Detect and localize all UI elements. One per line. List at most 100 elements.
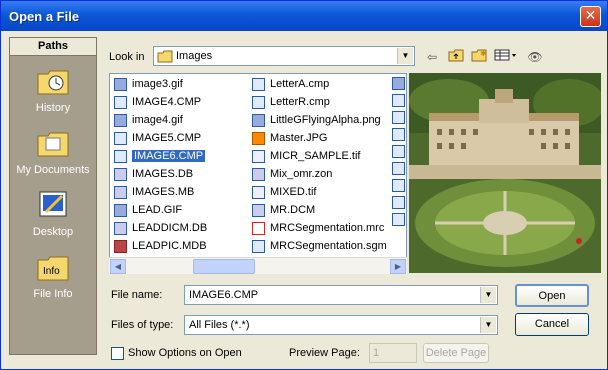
show-options-checkbox[interactable] xyxy=(111,347,124,360)
mdb-file-icon xyxy=(114,240,127,253)
file-name-value: IMAGE6.CMP xyxy=(189,289,259,301)
cmp-file-icon xyxy=(114,96,127,109)
file-icon xyxy=(392,111,405,124)
scroll-right-icon[interactable]: ▶ xyxy=(390,259,406,274)
file-list-item[interactable]: LEAD.GIF xyxy=(112,202,182,219)
file-name-text: IMAGE5.CMP xyxy=(132,132,202,144)
path-item-file-info[interactable]: Info File Info xyxy=(10,252,96,300)
svg-text:Info: Info xyxy=(43,266,60,277)
dialog-title: Open a File xyxy=(9,9,80,24)
db-file-icon xyxy=(252,168,265,181)
chevron-down-icon[interactable]: ▼ xyxy=(480,287,496,303)
close-button[interactable]: ✕ xyxy=(580,6,601,27)
path-item-label: File Info xyxy=(33,288,73,300)
file-name-text: LittleGFlyingAlpha.png xyxy=(270,114,381,126)
view-menu-icon[interactable] xyxy=(493,48,519,66)
open-button[interactable]: Open xyxy=(515,284,589,307)
file-name-text: IMAGES.DB xyxy=(132,168,194,180)
chevron-down-icon[interactable]: ▼ xyxy=(397,48,413,64)
file-list-item[interactable]: LEADDICM.DB xyxy=(112,220,207,237)
desktop-icon xyxy=(39,191,67,217)
file-icon xyxy=(392,77,405,90)
file-icon xyxy=(392,94,405,107)
preview-eye-icon[interactable]: 👁 xyxy=(524,48,546,66)
file-list[interactable]: image3.gif IMAGE4.CMP image4.gif IMAGE5.CMP… xyxy=(109,73,407,273)
file-name-text: LetterA.cmp xyxy=(270,78,330,90)
delete-page-button[interactable]: Delete Page xyxy=(423,343,489,363)
file-name-label: File name: xyxy=(111,289,163,301)
scroll-thumb[interactable] xyxy=(193,259,255,274)
file-name-text: MRCSegmentation.mrc xyxy=(270,222,385,234)
path-item-label: My Documents xyxy=(16,164,90,176)
history-folder-icon xyxy=(37,70,69,95)
file-name-text: LetterR.cmp xyxy=(270,96,330,108)
file-name-text: MRCSegmentation.sgm xyxy=(270,240,387,252)
cmp-file-icon xyxy=(252,96,265,109)
file-list-item[interactable]: IMAGE4.CMP xyxy=(112,94,201,111)
file-list-item[interactable]: LEADPIC.MDB xyxy=(112,238,207,255)
file-type-select[interactable]: All Files (*.*) ▼ xyxy=(184,315,498,335)
file-list-item[interactable]: IMAGES.MB xyxy=(112,184,194,201)
file-list-item[interactable]: image4.gif xyxy=(112,112,183,129)
file-list-item[interactable]: LittleGFlyingAlpha.png xyxy=(250,112,381,129)
preview-page-input[interactable]: 1 xyxy=(369,343,417,363)
paths-panel: Paths History My Documents Desktop Info … xyxy=(9,37,97,355)
file-icon xyxy=(392,196,405,209)
file-list-item[interactable]: Master.JPG xyxy=(250,130,327,147)
new-folder-icon[interactable]: ✱ xyxy=(468,48,490,66)
file-name-text: MICR_SAMPLE.tif xyxy=(270,150,361,162)
file-list-item[interactable]: MRCSegmentation.sgm xyxy=(250,238,387,255)
file-list-item[interactable]: LetterR.cmp xyxy=(250,94,330,111)
gif-file-icon xyxy=(114,78,127,91)
file-list-item[interactable]: MR.DCM xyxy=(250,202,315,219)
file-name-text: IMAGES.MB xyxy=(132,186,195,198)
db-file-icon xyxy=(114,168,127,181)
chevron-down-icon[interactable]: ▼ xyxy=(480,317,496,333)
file-name-text: image4.gif xyxy=(132,114,183,126)
my-documents-folder-icon xyxy=(37,132,69,157)
file-list-item[interactable]: MICR_SAMPLE.tif xyxy=(250,148,360,165)
path-item-label: History xyxy=(35,102,71,114)
file-list-item[interactable]: image3.gif xyxy=(112,76,183,93)
db-file-icon xyxy=(252,204,265,217)
preview-page-label: Preview Page: xyxy=(289,347,360,359)
db-file-icon xyxy=(114,186,127,199)
gif-file-icon xyxy=(114,114,127,127)
path-item-history[interactable]: History xyxy=(10,66,96,114)
file-list-item[interactable]: MIXED.tif xyxy=(250,184,316,201)
title-bar[interactable]: Open a File ✕ xyxy=(1,1,607,31)
look-in-value: Images xyxy=(176,50,213,62)
scroll-left-icon[interactable]: ◀ xyxy=(110,259,126,274)
file-list-item[interactable]: LetterA.cmp xyxy=(250,76,329,93)
look-in-select[interactable]: Images ▼ xyxy=(153,46,415,66)
file-name-text: Mix_omr.zon xyxy=(270,168,333,180)
file-list-item[interactable]: IMAGE5.CMP xyxy=(112,130,201,147)
cancel-button[interactable]: Cancel xyxy=(515,313,589,336)
file-list-item[interactable]: IMAGE6.CMP xyxy=(112,148,206,165)
jpg-file-icon xyxy=(252,132,265,145)
file-list-item[interactable]: IMAGES.DB xyxy=(112,166,193,183)
file-list-item[interactable]: Mix_omr.zon xyxy=(250,166,332,183)
file-name-text: MR.DCM xyxy=(270,204,316,216)
file-list-item[interactable]: MRCSegmentation.mrc xyxy=(250,220,384,237)
file-icon xyxy=(392,162,405,175)
path-item-my-documents[interactable]: My Documents xyxy=(10,128,96,176)
file-icon xyxy=(392,145,405,158)
db-file-icon xyxy=(114,222,127,235)
tif-file-icon xyxy=(252,150,265,163)
svg-text:✱: ✱ xyxy=(480,49,487,58)
file-name-text: LEADDICM.DB xyxy=(132,222,208,234)
file-name-input[interactable]: IMAGE6.CMP ▼ xyxy=(184,285,498,305)
file-type-value: All Files (*.*) xyxy=(189,319,250,331)
cmp-file-icon xyxy=(252,78,265,91)
file-name-text: IMAGE6.CMP xyxy=(132,150,206,162)
file-name-text: LEADPIC.MDB xyxy=(132,240,207,252)
back-arrow-icon[interactable]: ⇦ xyxy=(421,48,443,66)
pdf-file-icon xyxy=(252,222,265,235)
close-icon: ✕ xyxy=(584,8,597,24)
path-item-desktop[interactable]: Desktop xyxy=(10,190,96,238)
up-folder-icon[interactable] xyxy=(445,48,467,66)
horizontal-scrollbar[interactable]: ◀ ▶ xyxy=(109,257,407,274)
gif-file-icon xyxy=(252,114,265,127)
open-file-dialog: Open a File ✕ Paths History My Documents xyxy=(0,0,608,370)
